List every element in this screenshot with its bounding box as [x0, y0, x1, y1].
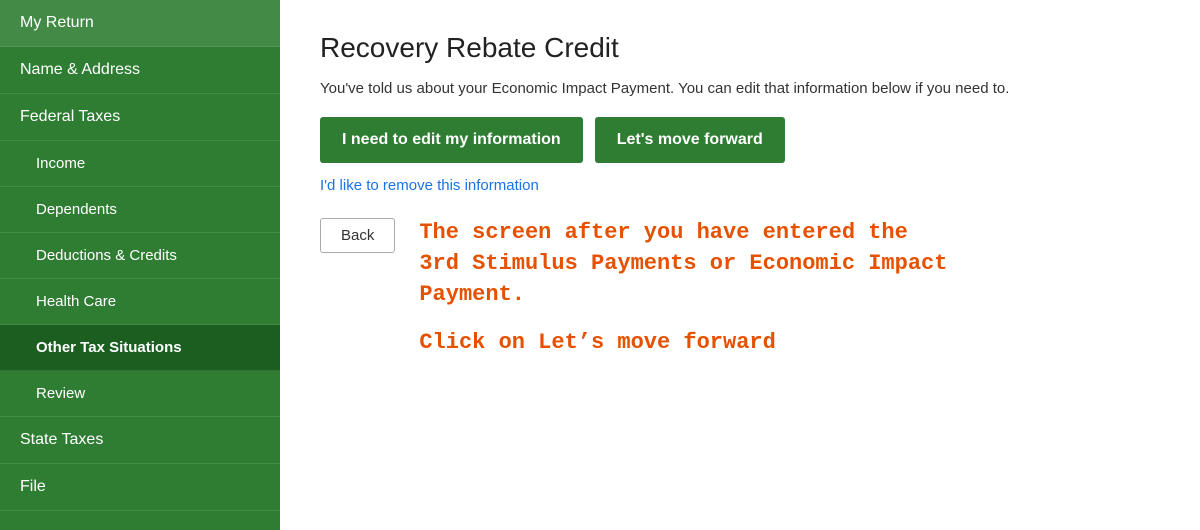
annotation-line1: The screen after you have entered the	[419, 220, 907, 245]
annotation-cta: Click on Let’s move forward	[419, 330, 947, 355]
back-row: Back The screen after you have entered t…	[320, 218, 1160, 355]
sidebar-item-health-care[interactable]: Health Care	[0, 279, 280, 325]
page-title: Recovery Rebate Credit	[320, 32, 1160, 64]
sidebar-item-income[interactable]: Income	[0, 141, 280, 187]
back-button[interactable]: Back	[320, 218, 395, 253]
page-subtitle: You've told us about your Economic Impac…	[320, 80, 1160, 97]
annotation-text: The screen after you have entered the 3r…	[419, 218, 947, 355]
sidebar-item-review[interactable]: Review	[0, 371, 280, 417]
sidebar-item-file[interactable]: File	[0, 464, 280, 511]
action-buttons: I need to edit my information Let's move…	[320, 117, 1160, 163]
sidebar-item-my-return[interactable]: My Return	[0, 0, 280, 47]
sidebar-item-federal-taxes[interactable]: Federal Taxes	[0, 94, 280, 141]
main-content: Recovery Rebate Credit You've told us ab…	[280, 0, 1200, 530]
annotation-line3: Payment.	[419, 282, 525, 307]
annotation-line2: 3rd Stimulus Payments or Economic Impact	[419, 251, 947, 276]
sidebar-item-name-address[interactable]: Name & Address	[0, 47, 280, 94]
move-forward-button[interactable]: Let's move forward	[595, 117, 785, 163]
sidebar-item-state-taxes[interactable]: State Taxes	[0, 417, 280, 464]
sidebar-item-dependents[interactable]: Dependents	[0, 187, 280, 233]
edit-info-button[interactable]: I need to edit my information	[320, 117, 583, 163]
sidebar-item-deductions-credits[interactable]: Deductions & Credits	[0, 233, 280, 279]
remove-info-link[interactable]: I'd like to remove this information	[320, 177, 1160, 194]
sidebar: My ReturnName & AddressFederal TaxesInco…	[0, 0, 280, 530]
sidebar-item-other-tax-situations[interactable]: Other Tax Situations	[0, 325, 280, 371]
